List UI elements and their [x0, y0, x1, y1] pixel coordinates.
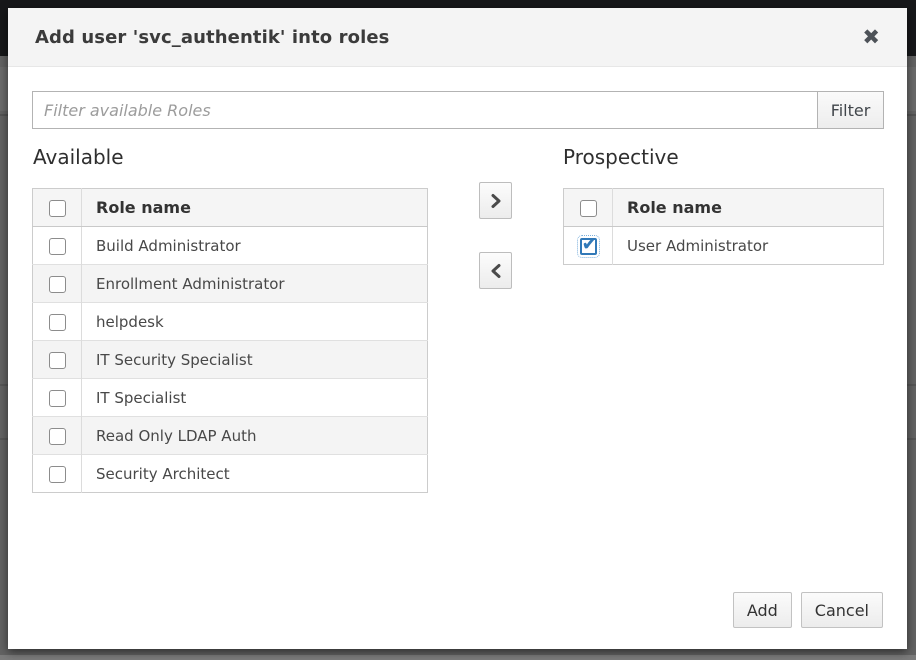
- checkbox-icon[interactable]: [49, 466, 66, 483]
- backdrop-band: [0, 655, 916, 660]
- add-button[interactable]: Add: [733, 592, 792, 628]
- chevron-right-icon: [490, 193, 502, 209]
- checkbox-icon[interactable]: [49, 352, 66, 369]
- available-heading: Available: [33, 145, 124, 169]
- prospective-heading: Prospective: [563, 145, 679, 169]
- checkbox-icon[interactable]: [49, 390, 66, 407]
- row-checkbox-cell: [33, 227, 82, 265]
- column-header: Role name: [82, 189, 428, 227]
- filter-input[interactable]: [32, 91, 818, 129]
- role-name-cell: IT Specialist: [82, 379, 428, 417]
- row-checkbox-cell: [33, 379, 82, 417]
- checkbox-icon[interactable]: [49, 238, 66, 255]
- row-checkbox-cell: [33, 341, 82, 379]
- filter-bar: Filter: [32, 91, 884, 129]
- role-name-cell: Build Administrator: [82, 227, 428, 265]
- role-name-cell: Read Only LDAP Auth: [82, 417, 428, 455]
- chevron-left-icon: [490, 263, 502, 279]
- row-checkbox-cell: [33, 265, 82, 303]
- cancel-button[interactable]: Cancel: [801, 592, 883, 628]
- role-name-cell: helpdesk: [82, 303, 428, 341]
- row-checkbox-cell: [33, 455, 82, 493]
- table-header-row: Role name: [33, 189, 428, 227]
- filter-button[interactable]: Filter: [818, 91, 884, 129]
- dialog-footer: Add Cancel: [733, 592, 883, 628]
- table-row: IT Security Specialist: [33, 341, 428, 379]
- table-row: User Administrator: [564, 227, 884, 265]
- role-name-cell: IT Security Specialist: [82, 341, 428, 379]
- table-row: Read Only LDAP Auth: [33, 417, 428, 455]
- checkbox-icon[interactable]: [49, 314, 66, 331]
- table-row: helpdesk: [33, 303, 428, 341]
- row-checkbox-cell: [33, 303, 82, 341]
- role-name-cell: User Administrator: [613, 227, 884, 265]
- table-row: IT Specialist: [33, 379, 428, 417]
- available-roles-table: Role name Build AdministratorEnrollment …: [32, 188, 428, 493]
- select-all-checkbox[interactable]: [580, 200, 597, 217]
- header-checkbox-cell: [33, 189, 82, 227]
- table-row: Build Administrator: [33, 227, 428, 265]
- table-row: Enrollment Administrator: [33, 265, 428, 303]
- header-checkbox-cell: [564, 189, 613, 227]
- prospective-roles-table: Role name User Administrator: [563, 188, 884, 265]
- move-to-prospective-button[interactable]: [479, 182, 512, 219]
- add-roles-dialog: Add user 'svc_authentik' into roles ✖ Fi…: [8, 8, 907, 649]
- select-all-checkbox[interactable]: [49, 200, 66, 217]
- checkbox-icon[interactable]: [49, 428, 66, 445]
- checkbox-checked-icon[interactable]: [580, 238, 597, 255]
- move-to-available-button[interactable]: [479, 252, 512, 289]
- column-header: Role name: [613, 189, 884, 227]
- table-header-row: Role name: [564, 189, 884, 227]
- role-name-cell: Security Architect: [82, 455, 428, 493]
- close-icon[interactable]: ✖: [862, 27, 880, 48]
- row-checkbox-cell: [33, 417, 82, 455]
- checkbox-icon[interactable]: [49, 276, 66, 293]
- dialog-title: Add user 'svc_authentik' into roles: [35, 27, 389, 48]
- dialog-header: Add user 'svc_authentik' into roles ✖: [8, 8, 907, 67]
- row-checkbox-cell: [564, 227, 613, 265]
- table-row: Security Architect: [33, 455, 428, 493]
- role-name-cell: Enrollment Administrator: [82, 265, 428, 303]
